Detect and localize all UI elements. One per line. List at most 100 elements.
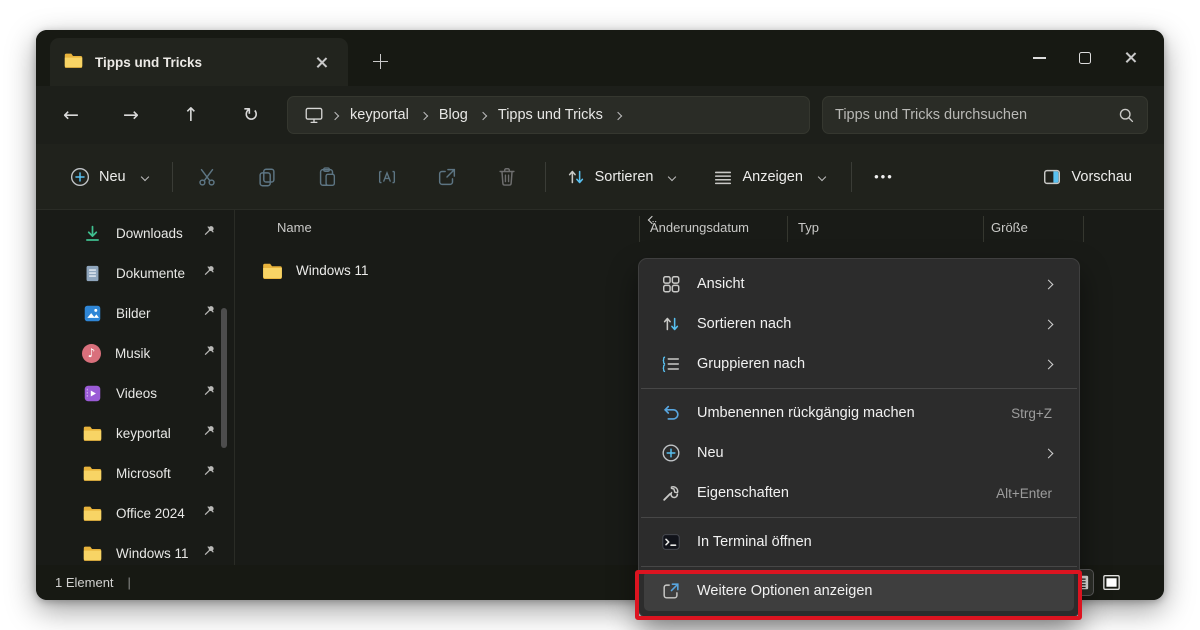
breadcrumb-blog[interactable]: Blog (431, 107, 476, 123)
folder-icon (82, 463, 102, 483)
context-menu: Ansicht Sortieren nach Gruppieren nach U… (638, 258, 1080, 618)
minimize-icon (1033, 57, 1046, 59)
minimize-button[interactable] (1016, 38, 1062, 78)
more-options-icon: ••• (874, 169, 894, 184)
plus-icon (373, 54, 388, 69)
tab-bar: Tipps und Tricks (36, 30, 1164, 86)
sidebar-item-label: Downloads (116, 226, 203, 241)
status-divider: | (128, 575, 131, 590)
new-button-label: Neu (99, 169, 126, 185)
column-header-type[interactable]: Typ (798, 220, 819, 235)
rename-button[interactable] (365, 157, 409, 197)
sidebar-item-label: Musik (115, 346, 203, 361)
menu-item-label: Neu (697, 445, 1045, 461)
search-icon[interactable] (1118, 107, 1135, 124)
refresh-icon[interactable]: ↻ (232, 97, 270, 133)
maximize-button[interactable] (1062, 38, 1108, 78)
menu-item-eigenschaften[interactable]: Eigenschaften Alt+Enter (644, 473, 1074, 513)
sidebar-item-microsoft[interactable]: Microsoft (46, 453, 226, 493)
pin-icon (203, 224, 216, 242)
sidebar-item-label: Windows 11 (116, 546, 203, 561)
file-row-windows-11[interactable]: Windows 11 (246, 252, 666, 288)
column-divider[interactable] (639, 216, 640, 242)
preview-button-label: Vorschau (1072, 169, 1132, 185)
sidebar-item-label: keyportal (116, 426, 203, 441)
new-tab-button[interactable] (362, 44, 398, 78)
column-header-date[interactable]: Änderungsdatum (650, 220, 749, 235)
share-button[interactable] (425, 157, 469, 197)
menu-item-label: In Terminal öffnen (697, 534, 1074, 550)
menu-item-in-terminal-oeffnen[interactable]: In Terminal öffnen (644, 522, 1074, 562)
search-box[interactable] (822, 96, 1148, 134)
sidebar-item-videos[interactable]: Videos (46, 373, 226, 413)
tab-tipps-und-tricks[interactable]: Tipps und Tricks (50, 38, 348, 86)
sidebar-item-label: Office 2024 (116, 506, 203, 521)
list-header: Name Änderungsdatum Typ Größe (235, 212, 1164, 246)
sort-button[interactable]: Sortieren (554, 157, 688, 197)
forward-icon[interactable]: → (112, 97, 150, 133)
pictures-icon (82, 303, 102, 323)
folder-icon (64, 52, 83, 73)
tab-close-icon[interactable] (308, 49, 334, 75)
menu-item-label: Sortieren nach (697, 316, 1045, 332)
breadcrumb-tipps-und-tricks[interactable]: Tipps und Tricks (490, 107, 611, 123)
pin-icon (203, 504, 216, 522)
sidebar-item-keyportal[interactable]: keyportal (46, 413, 226, 453)
sidebar-item-bilder[interactable]: Bilder (46, 293, 226, 333)
sidebar-item-dokumente[interactable]: Dokumente (46, 253, 226, 293)
column-divider[interactable] (787, 216, 788, 242)
close-button[interactable] (1108, 38, 1154, 78)
search-input[interactable] (835, 107, 1118, 123)
see-more-button[interactable]: ••• (862, 157, 906, 197)
trash-icon (496, 166, 518, 188)
sort-icon (660, 314, 681, 335)
view-button[interactable]: Anzeigen (701, 157, 836, 197)
thumbnail-view-button[interactable] (1099, 570, 1124, 595)
menu-item-gruppieren-nach[interactable]: Gruppieren nach (644, 344, 1074, 384)
breadcrumb[interactable]: keyportal Blog Tipps und Tricks (287, 96, 810, 134)
plus-circle-icon (660, 443, 681, 464)
sidebar-item-label: Videos (116, 386, 203, 401)
sidebar-item-downloads[interactable]: Downloads (46, 213, 226, 253)
sidebar-item-musik[interactable]: ♪ Musik (46, 333, 226, 373)
sidebar-scrollbar[interactable] (221, 308, 227, 448)
view-lines-icon (713, 167, 733, 187)
pin-icon (203, 464, 216, 482)
menu-item-ansicht[interactable]: Ansicht (644, 264, 1074, 304)
cut-icon (196, 166, 218, 188)
chevron-right-icon (1045, 444, 1052, 462)
shortcut-label: Strg+Z (1011, 406, 1052, 421)
new-button[interactable]: Neu (58, 157, 160, 197)
column-divider[interactable] (1083, 216, 1084, 242)
menu-item-sortieren-nach[interactable]: Sortieren nach (644, 304, 1074, 344)
terminal-icon (660, 532, 681, 553)
sidebar-item-label: Dokumente (116, 266, 203, 281)
back-icon[interactable]: ← (52, 97, 90, 133)
preview-button[interactable]: Vorschau (1042, 167, 1132, 187)
address-row: ← → ↑ ↻ keyportal Blog Tipps und Tricks (36, 86, 1164, 144)
chevron-down-icon (668, 172, 676, 180)
sidebar: Downloads Dokumente Bilder ♪ Musik (36, 210, 235, 565)
column-divider[interactable] (983, 216, 984, 242)
copy-button[interactable] (245, 157, 289, 197)
sidebar-item-office-2024[interactable]: Office 2024 (46, 493, 226, 533)
column-header-name[interactable]: Name (277, 220, 312, 235)
column-header-size[interactable]: Größe (991, 220, 1028, 235)
toolbar-divider (172, 162, 173, 192)
show-more-options-icon (660, 581, 681, 602)
menu-item-umbenennen-rueckgaengig[interactable]: Umbenennen rückgängig machen Strg+Z (644, 393, 1074, 433)
copy-icon (256, 166, 278, 188)
menu-item-weitere-optionen[interactable]: Weitere Optionen anzeigen (644, 571, 1074, 611)
paste-button[interactable] (305, 157, 349, 197)
view-button-label: Anzeigen (742, 169, 802, 185)
breadcrumb-keyportal[interactable]: keyportal (342, 107, 417, 123)
grid-view-icon (660, 274, 681, 295)
up-icon[interactable]: ↑ (172, 97, 210, 133)
delete-button[interactable] (485, 157, 529, 197)
cut-button[interactable] (185, 157, 229, 197)
chevron-right-icon (480, 106, 486, 124)
chevron-right-icon (1045, 315, 1052, 333)
pin-icon (203, 264, 216, 282)
menu-item-neu[interactable]: Neu (644, 433, 1074, 473)
chevron-right-icon (332, 106, 338, 124)
